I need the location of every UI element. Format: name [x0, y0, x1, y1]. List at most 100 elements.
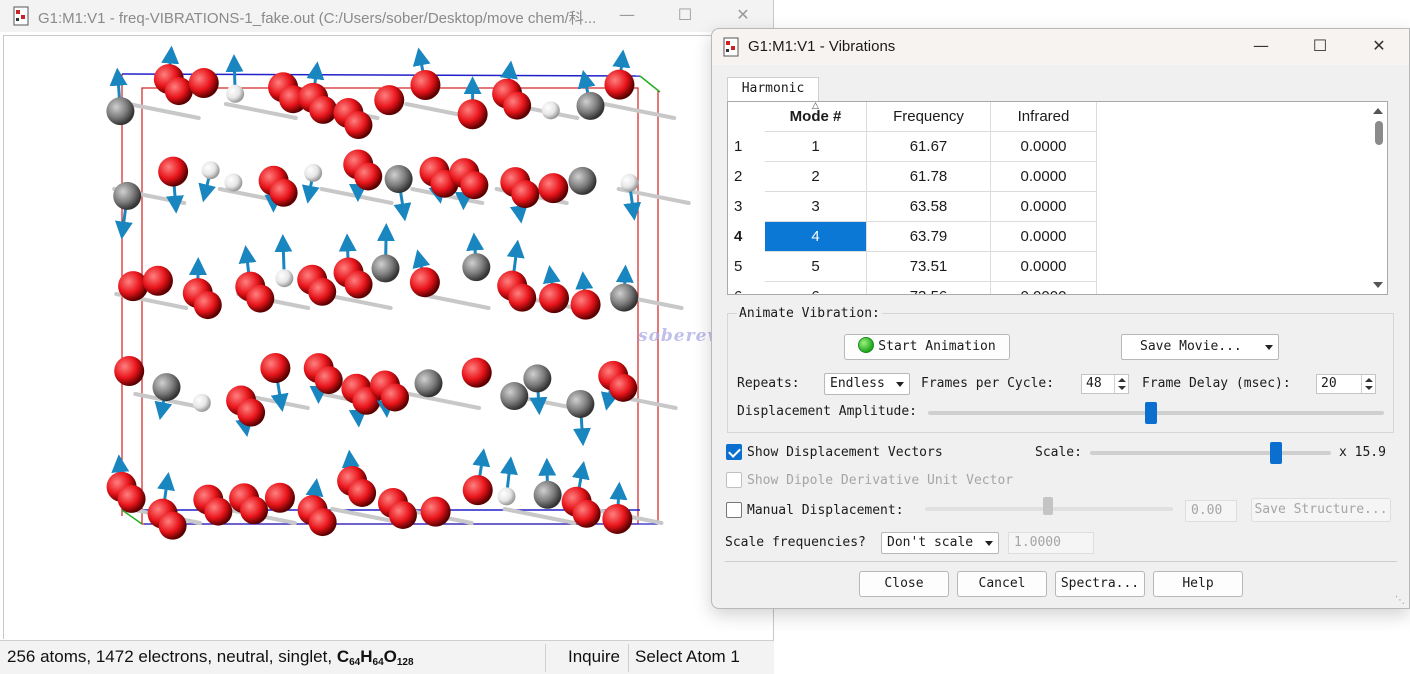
dialog-minimize-button[interactable]: — — [1232, 31, 1290, 63]
infrared-cell[interactable]: 0.0000 — [991, 162, 1097, 192]
carbon-atom — [462, 253, 491, 282]
spin-up-icon[interactable] — [1365, 378, 1373, 382]
dialog-titlebar[interactable]: G1:M1:V1 - Vibrations — ☐ ✕ — [712, 29, 1409, 65]
mode-cell[interactable]: 6 — [765, 282, 867, 294]
show-displacement-vectors-checkbox[interactable] — [726, 444, 742, 460]
infrared-cell[interactable]: 0.0000 — [991, 282, 1097, 294]
status-summary-text: 256 atoms, 1472 electrons, neutral, sing… — [7, 647, 333, 666]
oxygen-atom — [354, 162, 383, 191]
oxygen-atom — [460, 171, 489, 200]
hydrogen-atom — [304, 163, 323, 182]
oxygen-atom — [264, 482, 295, 513]
table-scrollbar[interactable] — [1370, 102, 1387, 294]
oxygen-atom — [260, 353, 291, 384]
dialog-close-button[interactable]: ✕ — [1350, 31, 1408, 63]
oxygen-atom — [602, 503, 633, 534]
close-dialog-button[interactable]: Close — [859, 571, 949, 597]
manual-displacement-checkbox[interactable] — [726, 502, 742, 518]
spectra-button[interactable]: Spectra... — [1055, 571, 1145, 597]
oxygen-atom — [604, 69, 635, 100]
column-header-frequency[interactable]: Frequency — [867, 102, 991, 132]
minimize-button[interactable]: — — [598, 0, 656, 32]
unit-cell-depth-edge — [639, 75, 661, 93]
manual-displacement-slider-thumb[interactable] — [1043, 497, 1053, 515]
frequency-cell[interactable]: 73.56 — [867, 282, 991, 294]
modes-table[interactable]: Mode # Frequency Infrared △ 1 1 61.67 0.000… — [727, 101, 1388, 295]
oxygen-atom — [511, 180, 540, 209]
oxygen-atom — [142, 265, 173, 296]
hydrogen-atom — [226, 84, 245, 103]
frequency-cell[interactable]: 63.58 — [867, 192, 991, 222]
scale-factor-field[interactable]: 1.0000 — [1008, 532, 1094, 554]
hydrogen-atom — [497, 487, 516, 506]
scale-frequencies-select[interactable]: Don't scale — [881, 532, 999, 554]
row-header[interactable]: 5 — [728, 252, 765, 282]
status-summary: 256 atoms, 1472 electrons, neutral, sing… — [7, 647, 414, 668]
row-header[interactable]: 4 — [728, 222, 765, 252]
manual-displacement-label[interactable]: Manual Displacement: — [747, 503, 904, 518]
frame-delay-spinbox[interactable]: 20 — [1316, 374, 1376, 394]
frequency-cell[interactable]: 63.79 — [867, 222, 991, 252]
cancel-button[interactable]: Cancel — [957, 571, 1047, 597]
maximize-button[interactable]: ☐ — [656, 0, 714, 32]
infrared-cell[interactable]: 0.0000 — [991, 132, 1097, 162]
scroll-down-arrow-icon[interactable] — [1373, 282, 1383, 288]
dipole-derivative-checkbox[interactable] — [726, 472, 742, 488]
status-separator — [628, 644, 629, 672]
dipole-derivative-label[interactable]: Show Dipole Derivative Unit Vector — [747, 473, 1013, 488]
show-displacement-vectors-label[interactable]: Show Displacement Vectors — [747, 445, 943, 460]
oxygen-atom — [114, 355, 145, 386]
sort-indicator-icon: △ — [812, 101, 819, 111]
row-header[interactable]: 3 — [728, 192, 765, 222]
carbon-atom — [576, 91, 605, 120]
carbon-atom — [523, 364, 552, 393]
help-button[interactable]: Help — [1153, 571, 1243, 597]
mode-cell[interactable]: 3 — [765, 192, 867, 222]
manual-displacement-value[interactable]: 0.00 — [1185, 500, 1237, 522]
spin-down-icon[interactable] — [1365, 386, 1373, 390]
save-movie-button[interactable]: Save Movie... — [1121, 334, 1279, 360]
oxygen-atom — [570, 289, 601, 320]
frames-per-cycle-spinbox[interactable]: 48 — [1081, 374, 1129, 394]
oxygen-atom — [374, 85, 405, 116]
mode-cell[interactable]: 5 — [765, 252, 867, 282]
spin-up-icon[interactable] — [1118, 378, 1126, 382]
oxygen-atom — [314, 366, 343, 395]
start-animation-button[interactable]: Start Animation — [844, 334, 1010, 360]
frequency-cell[interactable]: 61.67 — [867, 132, 991, 162]
mode-cell[interactable]: 4 — [765, 222, 867, 252]
oxygen-atom — [410, 69, 441, 100]
frequency-cell[interactable]: 73.51 — [867, 252, 991, 282]
hydrogen-atom — [541, 101, 560, 120]
oxygen-atom — [158, 156, 189, 187]
amplitude-slider-thumb[interactable] — [1145, 402, 1158, 424]
frequency-cell[interactable]: 61.78 — [867, 162, 991, 192]
hydrogen-atom — [201, 161, 220, 180]
infrared-cell[interactable]: 0.0000 — [991, 192, 1097, 222]
scrollbar-thumb[interactable] — [1375, 121, 1383, 145]
main-titlebar[interactable]: G1:M1:V1 - freq-VIBRATIONS-1_fake.out (C… — [0, 0, 773, 32]
spin-down-icon[interactable] — [1118, 386, 1126, 390]
row-header[interactable]: 2 — [728, 162, 765, 192]
row-header[interactable]: 1 — [728, 132, 765, 162]
infrared-cell[interactable]: 0.0000 — [991, 222, 1097, 252]
carbon-atom — [384, 165, 413, 194]
oxygen-atom — [538, 173, 569, 204]
tab-harmonic[interactable]: Harmonic — [727, 77, 819, 101]
infrared-cell[interactable]: 0.0000 — [991, 252, 1097, 282]
oxygen-atom — [539, 283, 570, 314]
oxygen-atom — [609, 373, 638, 402]
repeats-select[interactable]: Endless — [824, 373, 910, 395]
dialog-maximize-button[interactable]: ☐ — [1291, 31, 1349, 63]
column-header-infrared[interactable]: Infrared — [991, 102, 1097, 132]
resize-grip-icon[interactable]: ⋱ — [1395, 595, 1405, 606]
row-header[interactable]: 6 — [728, 282, 765, 294]
mode-cell[interactable]: 2 — [765, 162, 867, 192]
vector-scale-slider-track[interactable] — [1090, 451, 1331, 455]
scroll-up-arrow-icon[interactable] — [1373, 108, 1383, 114]
vector-scale-slider-thumb[interactable] — [1269, 442, 1282, 464]
divider — [725, 561, 1397, 562]
molecular-formula: C64H64O128 — [336, 647, 414, 668]
mode-cell[interactable]: 1 — [765, 132, 867, 162]
save-structure-button[interactable]: Save Structure... — [1251, 498, 1391, 522]
